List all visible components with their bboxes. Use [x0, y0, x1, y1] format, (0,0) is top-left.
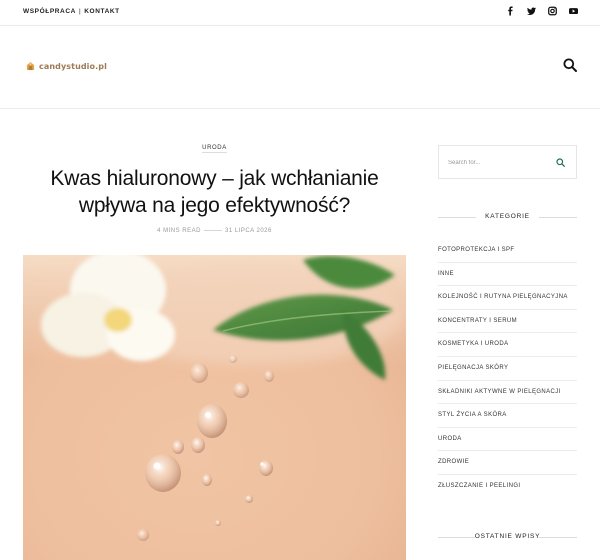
category-item[interactable]: KOSMETYKA I URODA — [438, 333, 577, 357]
recent-posts-widget-title: OSTATNIE WPISY — [438, 533, 577, 543]
category-item[interactable]: KOLEJNOŚĆ I RUTYNA PIELĘGNACYJNA — [438, 286, 577, 310]
article-meta: 4 MINS READ 31 LIPCA 2026 — [23, 228, 406, 234]
logo-text: candystudio.pl — [39, 61, 107, 71]
featured-image[interactable] — [23, 255, 406, 560]
categories-widget-title: KATEGORIE — [438, 213, 577, 223]
category-item[interactable]: ZŁUSZCZANIE I PEELINGI — [438, 475, 577, 499]
nav-link-kontakt[interactable]: KONTAKT — [84, 8, 120, 15]
read-time: 4 MINS READ — [157, 228, 201, 234]
featured-image-art — [23, 255, 406, 560]
sidebar-search-input[interactable] — [448, 157, 548, 169]
category-item[interactable]: FOTOPROTEKCJA I SPF — [438, 239, 577, 263]
logo-house-icon — [26, 61, 35, 71]
article-title: Kwas hialuronowy – jak wchłanianie wpływ… — [50, 167, 379, 217]
header-search-icon[interactable] — [563, 58, 577, 72]
instagram-icon[interactable] — [548, 6, 557, 16]
nav-link-wspolpraca[interactable]: WSPÓŁPRACA — [23, 8, 76, 15]
top-nav: WSPÓŁPRACA | KONTAKT — [23, 8, 120, 15]
category-item[interactable]: INNE — [438, 263, 577, 287]
site-header: candystudio.pl — [0, 26, 600, 109]
article-category-tag: URODA — [23, 145, 406, 153]
publish-date: 31 LIPCA 2026 — [224, 228, 272, 234]
sidebar-search-box — [438, 145, 577, 179]
recent-posts-title-text: OSTATNIE WPISY — [474, 533, 541, 540]
site-logo[interactable]: candystudio.pl — [26, 61, 107, 71]
sidebar-search-icon[interactable] — [556, 158, 565, 167]
category-item[interactable]: ZDROWIE — [438, 451, 577, 475]
social-links — [506, 6, 578, 16]
category-item[interactable]: KONCENTRATY I SERUM — [438, 310, 577, 334]
facebook-icon[interactable] — [506, 6, 515, 16]
category-item[interactable]: PIELĘGNACJA SKÓRY — [438, 357, 577, 381]
categories-list: FOTOPROTEKCJA I SPF INNE KOLEJNOŚĆ I RUT… — [438, 239, 577, 499]
category-link[interactable]: URODA — [202, 145, 227, 153]
nav-separator: | — [78, 8, 82, 15]
meta-divider — [203, 229, 222, 231]
twitter-icon[interactable] — [527, 6, 536, 16]
youtube-icon[interactable] — [569, 6, 578, 16]
top-bar: WSPÓŁPRACA | KONTAKT — [0, 0, 600, 26]
category-item[interactable]: SKŁADNIKI AKTYWNE W PIELĘGNACJI — [438, 381, 577, 405]
category-item[interactable]: STYL ŻYCIA A SKÓRA — [438, 404, 577, 428]
category-item[interactable]: URODA — [438, 428, 577, 452]
categories-title-text: KATEGORIE — [485, 213, 530, 220]
